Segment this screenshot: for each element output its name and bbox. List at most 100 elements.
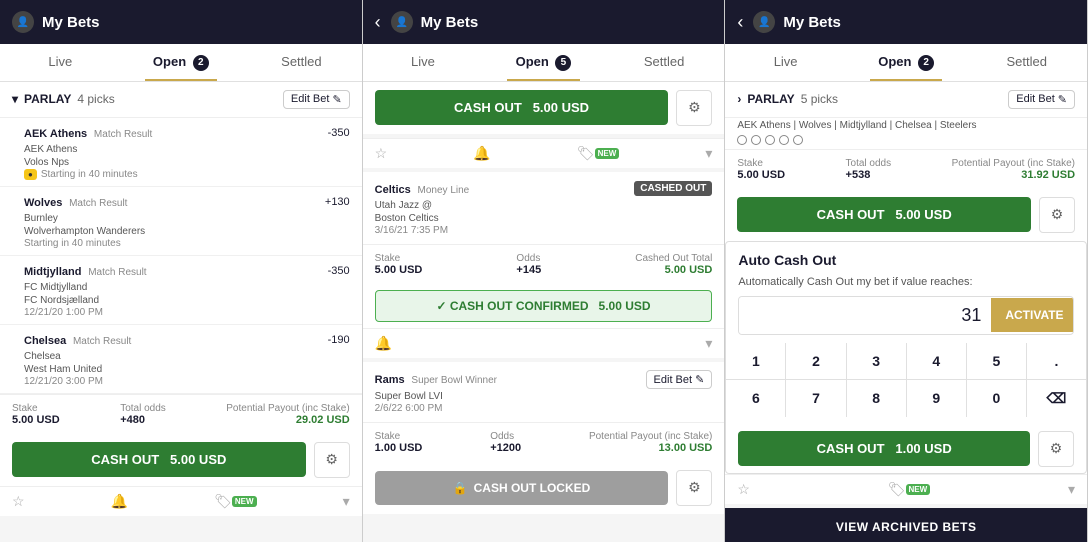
numpad-1[interactable]: 1 — [726, 343, 785, 379]
match-row-midtjylland: Midtjylland Match Result -350 FC Midtjyl… — [0, 256, 362, 325]
numpad-5[interactable]: 5 — [967, 343, 1026, 379]
new-badge-2: NEW — [595, 148, 620, 159]
parlay-title-3: › PARLAY 5 picks — [737, 92, 838, 106]
star-icon-2[interactable]: ☆ — [375, 145, 388, 162]
parlay-card-1: ▾ PARLAY 4 picks Edit Bet ✎ AEK Athens M… — [0, 82, 362, 516]
view-archived-label: VIEW ARCHIVED BETS — [836, 520, 977, 534]
back-button-2[interactable]: ‹ — [375, 12, 381, 33]
gear-button-4[interactable]: ⚙ — [1038, 431, 1074, 467]
new-badge-1: NEW — [232, 496, 257, 507]
auto-cashout-title: Auto Cash Out — [726, 242, 1086, 272]
tab-open-1[interactable]: Open 2 — [121, 44, 242, 81]
pencil-icon-1: ✎ — [332, 93, 341, 106]
tab-live-2[interactable]: Live — [363, 44, 484, 81]
tabs-2: Live Open 5 Settled — [363, 44, 725, 82]
tab-settled-1[interactable]: Settled — [241, 44, 362, 81]
new-badge-3: NEW — [906, 484, 931, 495]
top-cashout-button[interactable]: CASH OUT 5.00 USD — [375, 90, 669, 125]
circle-1 — [737, 135, 747, 145]
promo-icon-1[interactable]: 🏷 — [214, 493, 232, 510]
rams-cashout-row: 🔒 CASH OUT LOCKED ⚙ — [363, 462, 725, 514]
star-icon-3[interactable]: ☆ — [737, 481, 750, 498]
cashout-button-3[interactable]: CASH OUT 5.00 USD — [737, 197, 1031, 232]
bell-icon-3[interactable]: 🔔 — [375, 335, 392, 352]
tab-open-2[interactable]: Open 5 — [483, 44, 604, 81]
top-cashout-row: CASH OUT 5.00 USD ⚙ — [363, 82, 725, 134]
numpad-4[interactable]: 4 — [907, 343, 966, 379]
header-title-1: My Bets — [42, 14, 100, 31]
numpad-7[interactable]: 7 — [786, 380, 845, 417]
numpad-8[interactable]: 8 — [847, 380, 906, 417]
content-1: ▾ PARLAY 4 picks Edit Bet ✎ AEK Athens M… — [0, 82, 362, 542]
tab-live-1[interactable]: Live — [0, 44, 121, 81]
cashed-out-badge: CASHED OUT — [634, 181, 712, 196]
cashout-button-1[interactable]: CASH OUT 5.00 USD — [12, 442, 306, 477]
auto-cashout-input-row: ACTIVATE — [738, 296, 1074, 335]
chevron-right-icon: › — [737, 92, 741, 106]
promo-icon-2[interactable]: 🏷 — [577, 145, 595, 162]
numpad-0[interactable]: 0 — [967, 380, 1026, 417]
edit-bet-button-2[interactable]: Edit Bet ✎ — [646, 370, 713, 389]
edit-bet-button-1[interactable]: Edit Bet ✎ — [283, 90, 350, 109]
cashout-1usd-button[interactable]: CASH OUT 1.00 USD — [738, 431, 1030, 466]
tab-open-3[interactable]: Open 2 — [846, 44, 967, 81]
expand-icon-3[interactable]: ▾ — [705, 335, 712, 352]
parlay-header-1: ▾ PARLAY 4 picks Edit Bet ✎ — [0, 82, 362, 118]
match-row-aek: AEK Athens Match Result -350 AEK Athens … — [0, 118, 362, 187]
numpad-9[interactable]: 9 — [907, 380, 966, 417]
pencil-icon-3: ✎ — [1058, 93, 1067, 106]
header-3: ‹ 👤 My Bets — [725, 0, 1087, 44]
numpad-dot[interactable]: . — [1027, 343, 1086, 379]
rams-card: Rams Super Bowl Winner Edit Bet ✎ Super … — [363, 362, 725, 514]
stake-value-1: 5.00 USD — [12, 414, 60, 426]
circle-5 — [793, 135, 803, 145]
parlay-header-3: › PARLAY 5 picks Edit Bet ✎ — [725, 82, 1087, 118]
stake-label-1: Stake — [12, 403, 60, 414]
activate-button[interactable]: ACTIVATE — [991, 298, 1074, 332]
auto-cashout-input[interactable] — [739, 297, 991, 334]
cashout-confirmed: ✓ CASH OUT CONFIRMED 5.00 USD — [375, 290, 713, 322]
numpad: 1 2 3 4 5 . 6 7 8 9 0 ⌫ — [726, 343, 1086, 417]
live-badge: ● — [24, 169, 37, 180]
lock-icon: 🔒 — [453, 481, 468, 495]
expand-icon-2[interactable]: ▾ — [705, 145, 712, 162]
expand-icon-1[interactable]: ▾ — [343, 493, 350, 510]
view-archived-bar[interactable]: VIEW ARCHIVED BETS — [725, 508, 1087, 542]
tab-live-3[interactable]: Live — [725, 44, 846, 81]
top-gear-button[interactable]: ⚙ — [676, 90, 712, 126]
rams-gear-button[interactable]: ⚙ — [676, 470, 712, 506]
tab-settled-2[interactable]: Settled — [604, 44, 725, 81]
numpad-3[interactable]: 3 — [847, 343, 906, 379]
panel-2: ‹ 👤 My Bets Live Open 5 Settled CASH OUT… — [363, 0, 726, 542]
chevron-down-icon-1: ▾ — [12, 92, 18, 106]
back-button-3[interactable]: ‹ — [737, 12, 743, 33]
open-badge-2: 5 — [555, 55, 571, 71]
promo-icon-3[interactable]: 🏷 — [888, 481, 906, 498]
panel-1: 👤 My Bets Live Open 2 Settled ▾ PARLAY 4… — [0, 0, 363, 542]
celtics-actions: 🔔 ▾ — [363, 328, 725, 358]
cashout-row-3: CASH OUT 5.00 USD ⚙ — [725, 189, 1087, 241]
match-row-wolves: Wolves Match Result +130 Burnley Wolverh… — [0, 187, 362, 256]
content-2: CASH OUT 5.00 USD ⚙ ☆ 🔔 🏷 NEW ▾ Celtics … — [363, 82, 725, 542]
top-actions-row: ☆ 🔔 🏷 NEW ▾ — [363, 138, 725, 168]
numpad-6[interactable]: 6 — [726, 380, 785, 417]
bell-icon-2[interactable]: 🔔 — [473, 145, 490, 162]
bell-icon-1[interactable]: 🔔 — [111, 493, 128, 510]
match-row-chelsea: Chelsea Match Result -190 Chelsea West H… — [0, 325, 362, 394]
gear-button-3[interactable]: ⚙ — [1039, 197, 1075, 233]
numpad-backspace[interactable]: ⌫ — [1027, 380, 1086, 417]
numpad-2[interactable]: 2 — [786, 343, 845, 379]
tab-settled-3[interactable]: Settled — [966, 44, 1087, 81]
expand-icon-4[interactable]: ▾ — [1068, 481, 1075, 498]
open-badge-3: 2 — [918, 55, 934, 71]
odds-value-1: +480 — [120, 414, 166, 426]
cashout-1usd-row: CASH OUT 1.00 USD ⚙ — [726, 425, 1086, 473]
tabs-3: Live Open 2 Settled — [725, 44, 1087, 82]
header-title-2: My Bets — [421, 14, 479, 31]
rams-stakes: Stake 1.00 USD Odds +1200 Potential Payo… — [363, 422, 725, 462]
gear-button-1[interactable]: ⚙ — [314, 442, 350, 478]
edit-bet-button-3[interactable]: Edit Bet ✎ — [1008, 90, 1075, 109]
auto-cashout-panel: Auto Cash Out Automatically Cash Out my … — [725, 241, 1087, 474]
star-icon-1[interactable]: ☆ — [12, 493, 25, 510]
cashout-row-1: CASH OUT 5.00 USD ⚙ — [0, 434, 362, 486]
